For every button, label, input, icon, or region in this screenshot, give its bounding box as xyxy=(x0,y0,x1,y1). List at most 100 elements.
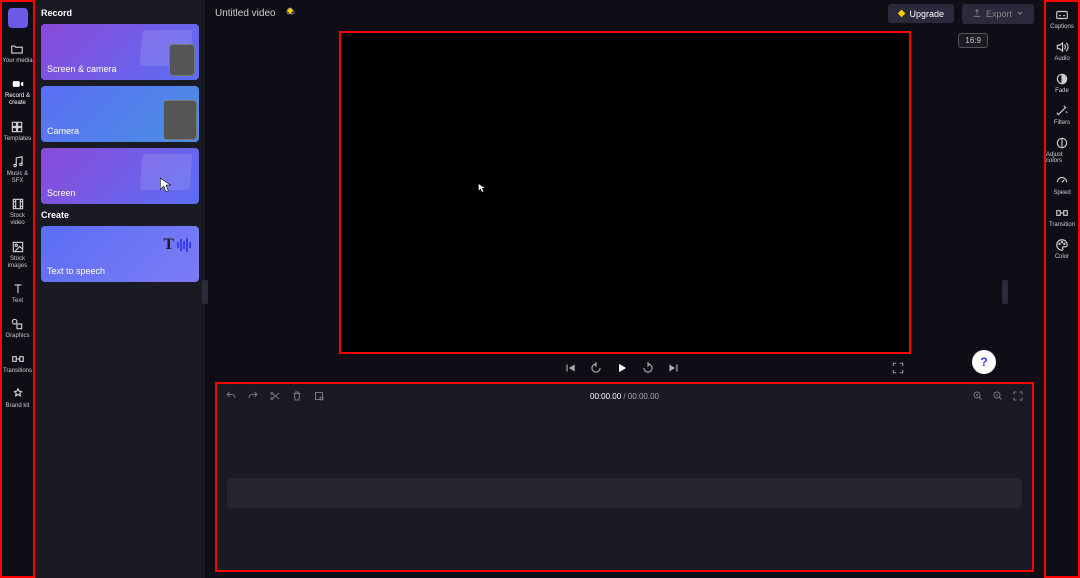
seek-back-button[interactable] xyxy=(589,361,603,375)
prop-captions[interactable]: Captions xyxy=(1050,8,1074,30)
nav-label: Graphics xyxy=(5,333,29,340)
contrast-icon xyxy=(1055,136,1069,150)
nav-label: Record & create xyxy=(2,93,33,107)
nav-graphics[interactable]: Graphics xyxy=(5,315,29,342)
nav-your-media[interactable]: Your media xyxy=(2,40,32,67)
upgrade-button[interactable]: ◆ Upgrade xyxy=(888,4,954,23)
nav-stock-video[interactable]: Stock video xyxy=(2,195,33,229)
button-label: Upgrade xyxy=(909,9,944,19)
nav-transitions[interactable]: Transitions xyxy=(3,350,32,377)
collapse-right-panel[interactable] xyxy=(1002,280,1008,304)
seek-forward-button[interactable] xyxy=(641,361,655,375)
transition-icon xyxy=(1055,206,1069,220)
mouse-cursor-icon xyxy=(478,180,486,190)
zoom-in-button[interactable] xyxy=(972,390,984,402)
nav-brand-kit[interactable]: Brand kit xyxy=(6,385,30,412)
fit-button[interactable] xyxy=(1012,390,1024,402)
card-screen[interactable]: Screen xyxy=(41,148,199,204)
prop-label: Fade xyxy=(1055,88,1069,94)
nav-stock-images[interactable]: Stock images xyxy=(2,238,33,272)
undo-button[interactable] xyxy=(225,390,237,402)
prop-fade[interactable]: Fade xyxy=(1055,72,1069,94)
split-button[interactable] xyxy=(269,390,281,402)
nav-record-create[interactable]: Record & create xyxy=(2,75,33,109)
timeline-track[interactable] xyxy=(227,478,1022,508)
nav-label: Stock images xyxy=(2,256,33,270)
timeline-timecode: 00:00.00 / 00:00.00 xyxy=(590,392,659,401)
nav-label: Stock video xyxy=(2,213,33,227)
person-thumb-icon xyxy=(163,100,197,140)
chevron-down-icon xyxy=(1016,9,1024,19)
fade-icon xyxy=(1055,72,1069,86)
card-label: Text to speech xyxy=(47,266,105,276)
tts-icon: T xyxy=(163,236,191,254)
video-canvas[interactable] xyxy=(339,31,911,354)
transport-controls xyxy=(339,354,911,382)
transition-icon xyxy=(11,352,25,366)
aspect-ratio-selector[interactable]: 16:9 xyxy=(958,33,988,48)
prop-speed[interactable]: Speed xyxy=(1053,174,1070,196)
palette-icon xyxy=(1055,238,1069,252)
shapes-icon xyxy=(10,317,24,331)
zoom-out-button[interactable] xyxy=(992,390,1004,402)
nav-templates[interactable]: Templates xyxy=(4,118,31,145)
prop-label: Filters xyxy=(1054,120,1070,126)
record-heading: Record xyxy=(41,8,199,18)
card-label: Screen xyxy=(47,188,76,198)
export-button[interactable]: Export xyxy=(962,4,1034,24)
collapse-left-panel[interactable] xyxy=(202,280,208,304)
prop-filters[interactable]: Filters xyxy=(1054,104,1070,126)
right-properties-rail: Captions Audio Fade Filters Adjust color… xyxy=(1044,0,1080,578)
speaker-icon xyxy=(1055,40,1069,54)
prop-adjust-colors[interactable]: Adjust colors xyxy=(1046,136,1078,164)
nav-label: Templates xyxy=(4,136,31,143)
card-text-to-speech[interactable]: T Text to speech xyxy=(41,226,199,282)
upload-icon xyxy=(972,8,982,20)
prop-label: Audio xyxy=(1054,56,1069,62)
nav-text[interactable]: Text xyxy=(11,280,25,307)
premium-badge-icon: ◆ xyxy=(287,6,293,15)
nav-label: Brand kit xyxy=(6,403,30,410)
stage-area: 16:9 xyxy=(205,27,1044,382)
record-create-panel: Record Screen & camera Camera Screen Cre… xyxy=(35,0,205,578)
templates-icon xyxy=(10,120,24,134)
card-camera[interactable]: Camera xyxy=(41,86,199,142)
button-label: Export xyxy=(986,9,1012,19)
project-title[interactable]: Untitled video xyxy=(215,8,276,19)
main-area: ◆ Untitled video ◆ Upgrade Export 16:9 xyxy=(205,0,1044,578)
skip-end-button[interactable] xyxy=(667,361,681,375)
delete-button[interactable] xyxy=(291,390,303,402)
nav-label: Your media xyxy=(2,58,32,65)
left-nav-rail: Your media Record & create Templates Mus… xyxy=(0,0,35,578)
fullscreen-button[interactable] xyxy=(891,361,905,375)
create-heading: Create xyxy=(41,210,199,220)
card-label: Camera xyxy=(47,126,79,136)
prop-audio[interactable]: Audio xyxy=(1054,40,1069,62)
prop-label: Transition xyxy=(1049,222,1075,228)
top-bar: Untitled video ◆ Upgrade Export xyxy=(205,0,1044,27)
gauge-icon xyxy=(1055,174,1069,188)
text-icon xyxy=(11,282,25,296)
crop-button[interactable] xyxy=(313,390,325,402)
app-logo[interactable] xyxy=(8,8,28,28)
skip-start-button[interactable] xyxy=(563,361,577,375)
prop-color[interactable]: Color xyxy=(1055,238,1069,260)
wand-icon xyxy=(1055,104,1069,118)
nav-music-sfx[interactable]: Music & SFX xyxy=(2,153,33,187)
help-button[interactable]: ? xyxy=(972,350,996,374)
nav-label: Music & SFX xyxy=(2,171,33,185)
person-thumb-icon xyxy=(169,44,195,76)
card-screen-camera[interactable]: Screen & camera xyxy=(41,24,199,80)
card-label: Screen & camera xyxy=(47,64,117,74)
prop-transition[interactable]: Transition xyxy=(1049,206,1075,228)
play-button[interactable] xyxy=(615,361,629,375)
image-icon xyxy=(11,240,25,254)
film-icon xyxy=(11,197,25,211)
brand-icon xyxy=(11,387,25,401)
prop-label: Captions xyxy=(1050,24,1074,30)
nav-label: Text xyxy=(12,298,23,305)
nav-label: Transitions xyxy=(3,368,32,375)
camera-icon xyxy=(11,77,25,91)
timeline-panel: 00:00.00 / 00:00.00 xyxy=(215,382,1034,572)
redo-button[interactable] xyxy=(247,390,259,402)
